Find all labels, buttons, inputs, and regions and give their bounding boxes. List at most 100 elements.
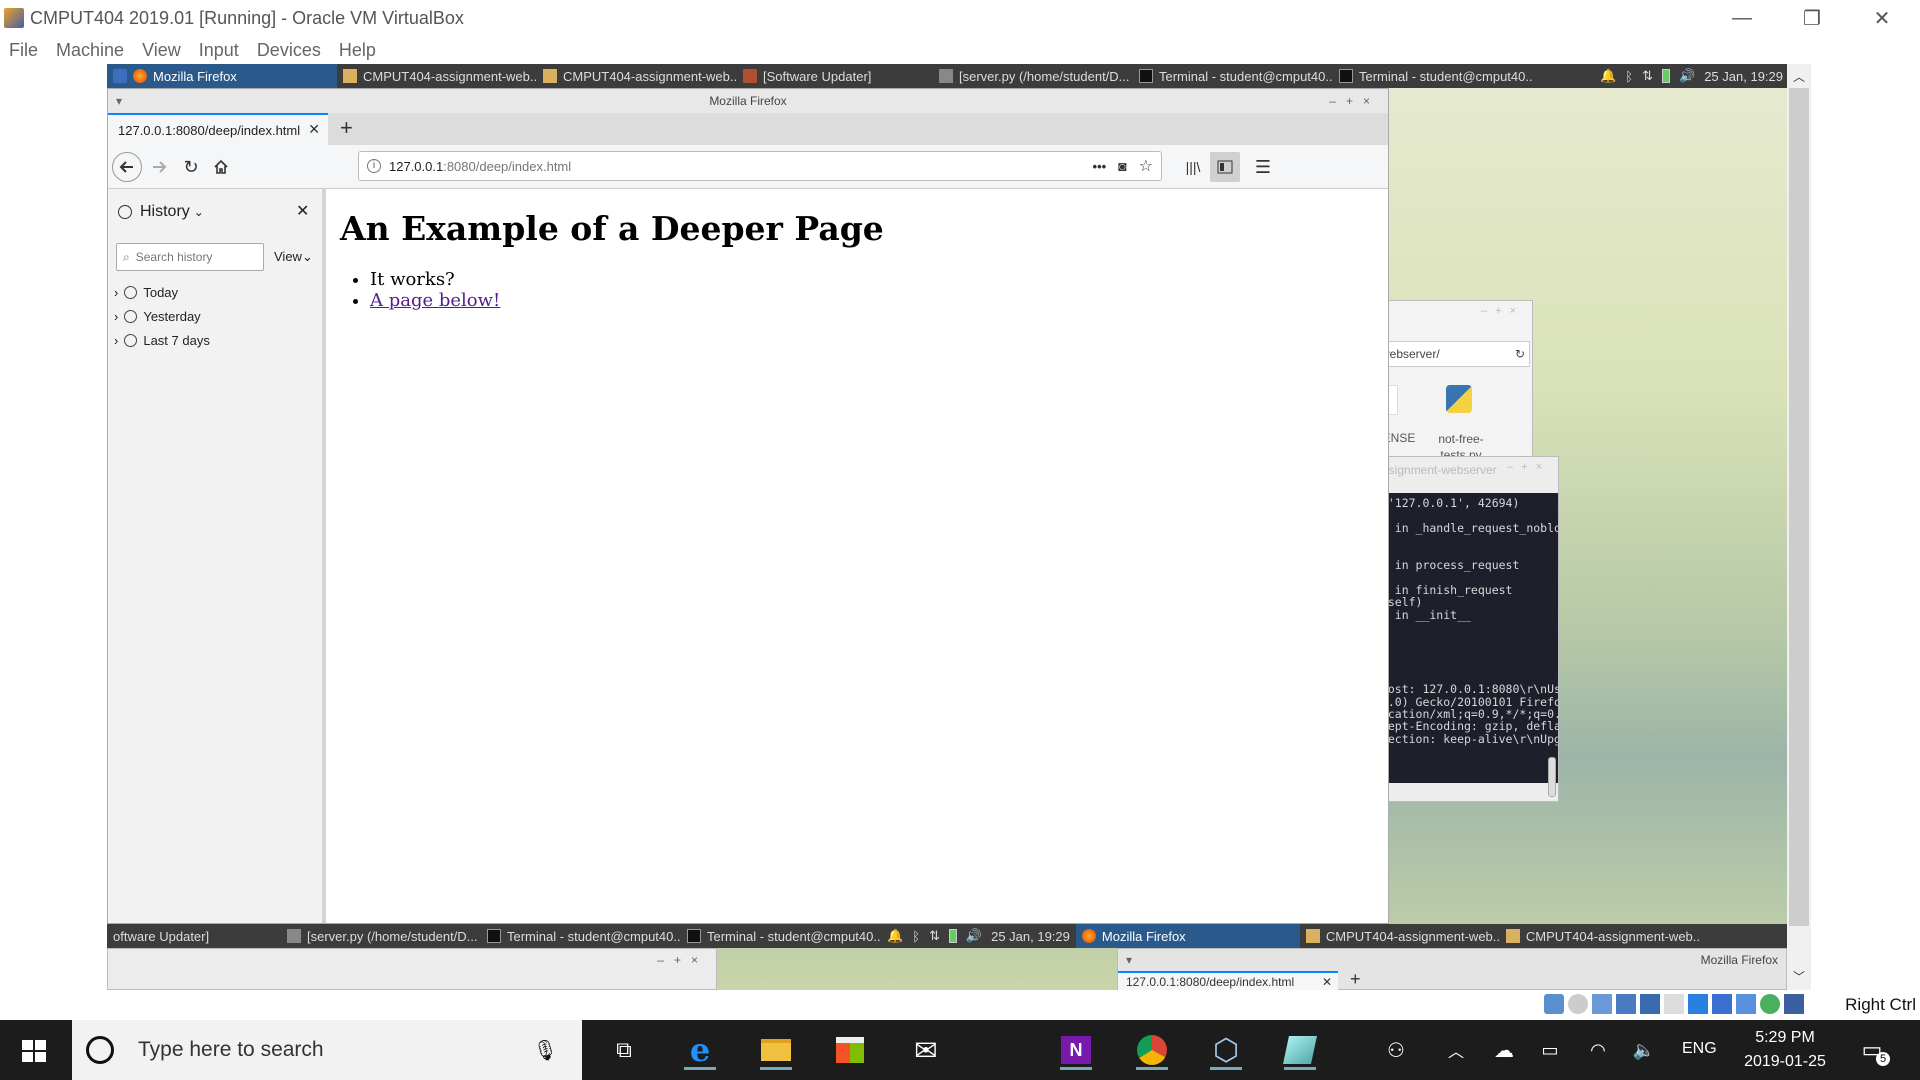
show-hidden-icons[interactable]: ︿ xyxy=(1436,1030,1476,1070)
home-button[interactable] xyxy=(206,152,236,182)
peek-window-firefox[interactable]: ▾ Mozilla Firefox 127.0.0.1:8080/deep/in… xyxy=(1117,948,1787,990)
menu-view[interactable]: View xyxy=(142,40,181,61)
minimize-button[interactable]: — xyxy=(1706,0,1778,36)
virtualbox-icon[interactable]: ⬡ xyxy=(1206,1030,1246,1070)
panel-task-terminal-2[interactable]: Terminal - student@cmput40... xyxy=(681,924,881,948)
pocket-icon[interactable]: ◙ xyxy=(1118,158,1126,174)
panel-clock[interactable]: 25 Jan, 19:29 xyxy=(1704,69,1783,84)
onedrive-icon[interactable]: ☁ xyxy=(1484,1030,1524,1070)
panel-task-firefox[interactable]: Mozilla Firefox xyxy=(107,64,337,88)
start-button[interactable] xyxy=(22,1040,46,1062)
store-icon[interactable] xyxy=(830,1030,870,1070)
panel-task-terminal-1[interactable]: Terminal - student@cmput40... xyxy=(1133,64,1333,88)
network-icon[interactable]: ⇅ xyxy=(929,928,940,944)
history-group-yesterday[interactable]: › Yesterday xyxy=(114,309,201,324)
taskbar-search-box[interactable]: Type here to search 🎙 xyxy=(72,1020,582,1080)
display-icon[interactable] xyxy=(1688,994,1708,1014)
hdd-icon[interactable] xyxy=(1544,994,1564,1014)
forward-button[interactable] xyxy=(144,152,174,182)
new-tab-button[interactable]: + xyxy=(1350,969,1361,990)
taskbar-clock[interactable]: 5:29 PM 2019-01-25 xyxy=(1736,1026,1834,1074)
bluetooth-icon[interactable]: ᛒ xyxy=(1625,69,1633,84)
window-menu-icon[interactable]: ▾ xyxy=(1126,953,1132,967)
guest-scrollbar[interactable]: ︿ ﹀ xyxy=(1787,64,1811,990)
people-icon[interactable]: ⚇ xyxy=(1376,1030,1416,1070)
network-icon[interactable]: ⇅ xyxy=(1642,68,1653,84)
sidebar-close-icon[interactable]: ✕ xyxy=(296,201,309,221)
cortana-icon[interactable] xyxy=(86,1036,114,1064)
bell-icon[interactable]: 🔔 xyxy=(887,928,903,944)
peek-window-left[interactable]: –+× xyxy=(107,948,717,990)
close-button[interactable]: ✕ xyxy=(1846,0,1918,36)
panel-task-terminal-2[interactable]: Terminal - student@cmput40... xyxy=(1333,64,1533,88)
optical-drive-icon[interactable] xyxy=(1568,994,1588,1014)
action-center-icon[interactable]: ▭ 5 xyxy=(1852,1030,1892,1070)
battery-icon[interactable] xyxy=(948,929,957,943)
scroll-down-icon[interactable]: ﹀ xyxy=(1793,968,1805,985)
volume-icon[interactable]: 🔊 xyxy=(1679,68,1695,84)
bell-icon[interactable]: 🔔 xyxy=(1600,68,1616,84)
new-tab-button[interactable]: + xyxy=(340,115,353,141)
panel-task-server-py[interactable]: [server.py (/home/student/D... xyxy=(933,64,1133,88)
task-view-icon[interactable]: ⧉ xyxy=(604,1030,644,1070)
network-adapter-icon[interactable] xyxy=(1616,994,1636,1014)
panel-task-folder-1[interactable]: CMPUT404-assignment-web... xyxy=(337,64,537,88)
file-explorer-icon[interactable] xyxy=(756,1030,796,1070)
audio-icon[interactable] xyxy=(1592,994,1612,1014)
window-controls[interactable]: –+× xyxy=(1329,89,1380,113)
terminal-output[interactable]: ('127.0.0.1', 42694) 7, in _handle_reque… xyxy=(1374,493,1558,783)
file-manager-window[interactable]: –+× -webserver/ ↻ CENSE not-free-tests.p… xyxy=(1373,300,1533,464)
recording-icon[interactable] xyxy=(1712,994,1732,1014)
sidebar-header[interactable]: History ⌄ xyxy=(118,203,204,221)
library-button[interactable]: |||\ xyxy=(1178,152,1208,182)
panel-task-folder-2[interactable]: CMPUT404-assignment-web... xyxy=(1500,924,1700,948)
menu-help[interactable]: Help xyxy=(339,40,376,61)
mail-icon[interactable]: ✉ xyxy=(906,1030,946,1070)
chrome-icon[interactable] xyxy=(1132,1030,1172,1070)
window-controls[interactable]: –+× xyxy=(1481,305,1524,317)
url-bar[interactable]: i 127.0.0.1 :8080/deep/index.html ••• ◙ … xyxy=(358,151,1162,181)
menu-machine[interactable]: Machine xyxy=(56,40,124,61)
window-controls[interactable]: –+× xyxy=(657,953,708,967)
menu-input[interactable]: Input xyxy=(199,40,239,61)
wifi-icon[interactable]: ◠ xyxy=(1578,1030,1618,1070)
tab-close-icon[interactable]: ✕ xyxy=(1322,973,1332,990)
onenote-icon[interactable]: N xyxy=(1056,1030,1096,1070)
microphone-icon[interactable]: 🎙 xyxy=(533,1038,558,1063)
window-menu-icon[interactable]: ▾ xyxy=(116,89,122,113)
menu-file[interactable]: File xyxy=(9,40,38,61)
window-controls[interactable]: –+× xyxy=(1507,461,1550,473)
battery-icon[interactable]: ▭ xyxy=(1530,1030,1570,1070)
battery-icon[interactable] xyxy=(1662,69,1671,83)
edge-icon[interactable]: e xyxy=(680,1030,720,1070)
reload-icon[interactable]: ↻ xyxy=(1515,342,1525,366)
mouse-integration-icon[interactable] xyxy=(1760,994,1780,1014)
reload-button[interactable]: ↻ xyxy=(176,152,206,182)
bookmark-star-icon[interactable]: ☆ xyxy=(1139,156,1153,176)
tab-active[interactable]: 127.0.0.1:8080/deep/index.html ✕ xyxy=(108,113,328,145)
site-info-icon[interactable]: i xyxy=(367,159,381,173)
bluetooth-icon[interactable]: ᛒ xyxy=(912,929,920,944)
tab-close-icon[interactable]: ✕ xyxy=(308,121,320,138)
volume-icon[interactable]: 🔊 xyxy=(966,928,982,944)
guest-display[interactable]: Mozilla Firefox CMPUT404-assignment-web.… xyxy=(107,64,1787,990)
whisker-menu-icon[interactable] xyxy=(113,69,127,83)
peek-tab[interactable]: 127.0.0.1:8080/deep/index.html ✕ xyxy=(1118,971,1338,990)
history-search-input[interactable]: ⌕ Search history xyxy=(116,243,264,271)
panel-task-folder-2[interactable]: CMPUT404-assignment-web... xyxy=(537,64,737,88)
volume-icon[interactable]: 🔈 xyxy=(1624,1030,1664,1070)
page-actions-icon[interactable]: ••• xyxy=(1093,159,1107,174)
panel-task-folder-1[interactable]: CMPUT404-assignment-web... xyxy=(1300,924,1500,948)
panel-task-software-updater[interactable]: oftware Updater] xyxy=(107,924,281,948)
usb-icon[interactable] xyxy=(1640,994,1660,1014)
history-group-today[interactable]: › Today xyxy=(114,285,178,300)
cpu-icon[interactable] xyxy=(1736,994,1756,1014)
panel-task-terminal-1[interactable]: Terminal - student@cmput40... xyxy=(481,924,681,948)
panel-task-server-py[interactable]: [server.py (/home/student/D... xyxy=(281,924,481,948)
restore-button[interactable]: ❐ xyxy=(1776,0,1848,36)
sidebar-toggle-button[interactable] xyxy=(1210,152,1240,182)
menu-devices[interactable]: Devices xyxy=(257,40,321,61)
scroll-up-icon[interactable]: ︿ xyxy=(1793,68,1805,85)
panel-task-software-updater[interactable]: [Software Updater] xyxy=(737,64,933,88)
language-indicator[interactable]: ENG xyxy=(1682,1040,1717,1058)
